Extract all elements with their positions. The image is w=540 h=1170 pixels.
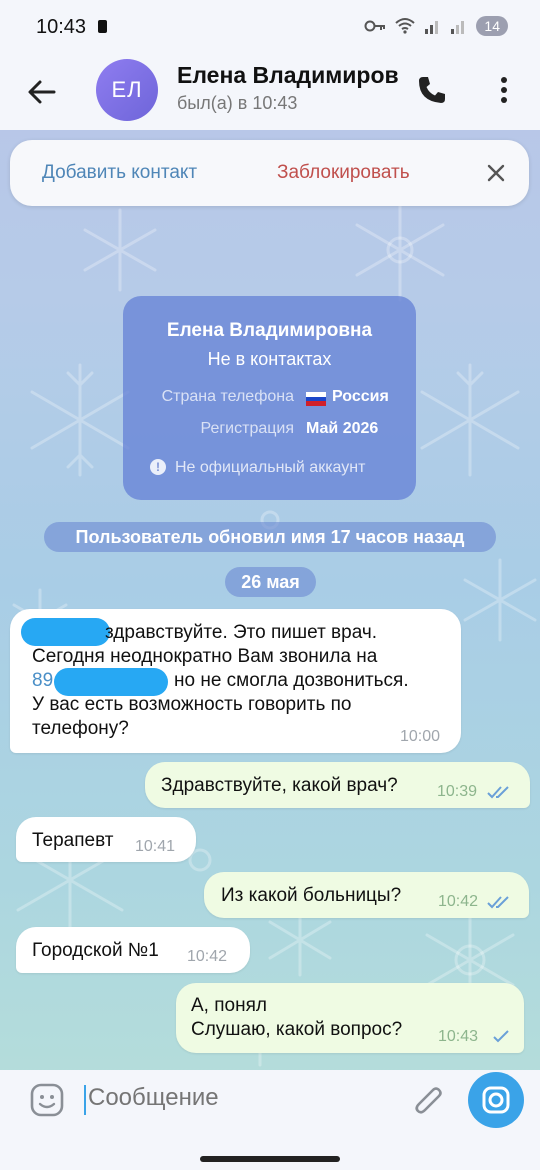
- double-check-icon: [487, 786, 509, 799]
- phone-country-value: Россия: [332, 388, 389, 405]
- last-seen-status: был(а) в 10:43: [177, 93, 298, 113]
- unofficial-account-warning: ! Не официальный аккаунт: [150, 459, 416, 477]
- message-text-line: У вас есть возможность говорить по: [32, 694, 352, 715]
- signal-icon: [425, 21, 439, 34]
- wifi-icon: [395, 18, 416, 34]
- message-time: 10:00: [400, 728, 441, 745]
- message-time: 10:39: [437, 783, 478, 800]
- block-button[interactable]: Заблокировать: [277, 162, 410, 184]
- emoji-icon[interactable]: [29, 1082, 65, 1118]
- signal-2-icon: [451, 21, 465, 34]
- message-bubble-outgoing[interactable]: Здравствуйте, какой врач? 10:39: [145, 762, 530, 808]
- info-icon: !: [150, 459, 166, 475]
- avatar[interactable]: ЕЛ: [96, 59, 158, 121]
- message-text: Терапевт: [32, 830, 114, 851]
- back-arrow-icon[interactable]: [24, 74, 60, 110]
- close-icon[interactable]: [484, 161, 508, 185]
- registration-value: Май 2026: [306, 420, 379, 437]
- text-cursor: [84, 1085, 86, 1115]
- status-time: 10:43: [36, 16, 87, 38]
- message-input[interactable]: [88, 1084, 398, 1112]
- more-vertical-icon[interactable]: [494, 72, 514, 108]
- home-indicator: [200, 1156, 340, 1162]
- message-bubble-incoming[interactable]: здравствуйте. Это пишет врач. Сегодня не…: [10, 609, 461, 753]
- russia-flag-icon: [306, 392, 326, 406]
- message-bubble-outgoing[interactable]: Из какой больницы? 10:42: [204, 872, 529, 918]
- message-bubble-outgoing[interactable]: А, понял Слушаю, какой вопрос? 10:43: [176, 983, 524, 1053]
- message-text: Здравствуйте, какой врач?: [161, 775, 398, 796]
- phone-country-label: Страна телефона: [161, 388, 294, 405]
- status-bar: 10:43 14: [0, 0, 540, 56]
- message-text-line: здравствуйте. Это пишет врач.: [105, 622, 378, 643]
- notification-icon: [98, 20, 107, 33]
- chat-header: ЕЛ Елена Владимировна был(а) в 10:43: [0, 56, 540, 130]
- message-text-line: Слушаю, какой вопрос?: [191, 1019, 403, 1040]
- message-time: 10:42: [438, 893, 479, 910]
- redacted-name: [21, 618, 110, 646]
- message-composer: [0, 1070, 540, 1170]
- name-change-notice: Пользователь обновил имя 17 часов назад: [44, 522, 496, 552]
- message-text-line: Сегодня неоднократно Вам звонила на: [32, 646, 378, 667]
- contact-name[interactable]: Елена Владимировна: [177, 62, 399, 89]
- single-check-icon: [493, 1030, 509, 1043]
- message-text-line: телефону?: [32, 718, 129, 739]
- contact-info-card: Елена Владимировна Не в контактах Страна…: [123, 296, 416, 500]
- battery-badge: 14: [476, 16, 508, 36]
- camera-icon: [482, 1086, 510, 1114]
- status-icons: 14: [364, 16, 508, 36]
- redacted-phone: [54, 668, 168, 696]
- key-icon: [364, 20, 386, 32]
- message-bubble-incoming[interactable]: Терапевт 10:41: [16, 817, 196, 862]
- message-text: Городской №1: [32, 940, 159, 961]
- add-contact-button[interactable]: Добавить контакт: [42, 162, 197, 184]
- message-time: 10:41: [135, 838, 176, 855]
- camera-button[interactable]: [468, 1072, 524, 1128]
- unofficial-account-text: Не официальный аккаунт: [175, 459, 366, 476]
- message-time: 10:43: [438, 1028, 479, 1045]
- info-contact-name: Елена Владимировна: [166, 320, 373, 341]
- message-text-line: А, понял: [191, 995, 267, 1016]
- message-time: 10:42: [187, 948, 228, 965]
- double-check-icon: [487, 896, 509, 909]
- info-not-in-contacts: Не в контактах: [207, 349, 332, 369]
- message-text-line: но не смогла дозвониться.: [174, 670, 409, 691]
- phone-icon[interactable]: [414, 72, 450, 108]
- registration-label: Регистрация: [200, 420, 294, 437]
- attach-icon[interactable]: [411, 1082, 447, 1122]
- contact-action-bar: Добавить контакт Заблокировать: [10, 140, 529, 206]
- date-separator: 26 мая: [225, 567, 316, 597]
- message-text: Из какой больницы?: [221, 885, 402, 906]
- message-bubble-incoming[interactable]: Городской №1 10:42: [16, 927, 250, 973]
- phone-number-link[interactable]: 89: [32, 669, 53, 693]
